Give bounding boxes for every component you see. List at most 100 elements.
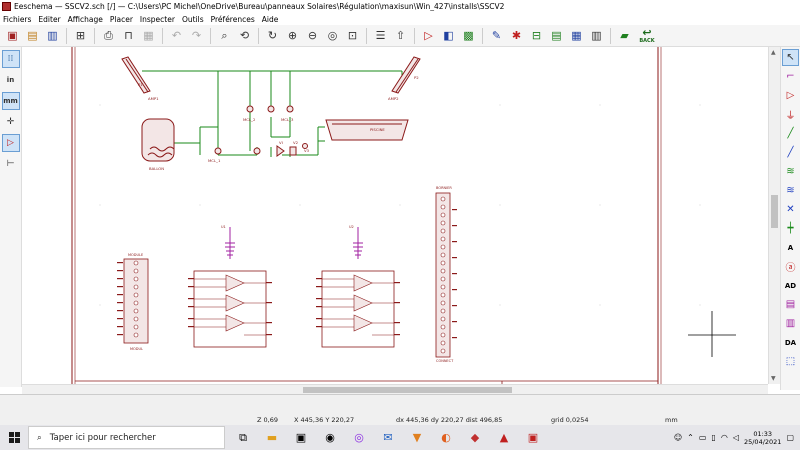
edit-fields-icon[interactable]: ▥	[587, 26, 606, 45]
plot-icon[interactable]: ⊓	[119, 26, 138, 45]
start-button[interactable]	[0, 425, 28, 450]
symbol-browser-icon[interactable]: ◧	[439, 26, 458, 45]
add-wire-icon[interactable]: ╱	[782, 125, 799, 142]
store-icon[interactable]: ▣	[290, 427, 312, 449]
highlight-net-icon[interactable]: ⌐	[782, 68, 799, 85]
bom-icon[interactable]: ▦	[567, 26, 586, 45]
pcbnew-icon[interactable]: ▰	[615, 26, 634, 45]
import-sheet-pin-icon[interactable]: ▥	[782, 315, 799, 332]
firefox-icon[interactable]: ◐	[435, 427, 457, 449]
menu-placer[interactable]: Placer	[110, 15, 133, 24]
hierarchy-navigator-icon[interactable]: ☰	[371, 26, 390, 45]
tray-battery-icon[interactable]: ▯	[711, 433, 715, 442]
tray-wifi-icon[interactable]: ◠	[721, 433, 728, 442]
units-mm-button[interactable]: mm	[1, 92, 20, 110]
add-no-connect-icon[interactable]: ✕	[782, 201, 799, 218]
annotate-icon[interactable]: ✎	[487, 26, 506, 45]
add-symbol-icon[interactable]: ▷	[782, 87, 799, 104]
solar-panel-p1[interactable]	[121, 56, 151, 94]
footprint-editor-icon[interactable]: ▩	[459, 26, 478, 45]
notifications-icon[interactable]: ▢	[786, 433, 794, 442]
add-graphic-line-icon[interactable]: ⬚	[782, 353, 799, 370]
piscine-pool[interactable]	[325, 119, 409, 141]
new-schematic-icon[interactable]: ▣	[3, 26, 22, 45]
add-hier-label-icon[interactable]: AD	[782, 277, 799, 294]
redo-icon[interactable]: ↷	[187, 26, 206, 45]
file-explorer-icon[interactable]: ▬	[261, 427, 283, 449]
horizontal-scrollbar[interactable]	[22, 384, 768, 394]
zoom-out-icon[interactable]: ⊖	[303, 26, 322, 45]
back-button[interactable]: ↩ BACK	[635, 26, 659, 45]
tray-person-icon[interactable]: ☺	[674, 433, 682, 442]
save-icon[interactable]: ▥	[43, 26, 62, 45]
taskbar-clock[interactable]: 01:33 25/04/2021	[744, 430, 781, 446]
select-tool-icon[interactable]: ↖	[782, 49, 799, 66]
horizontal-scroll-thumb[interactable]	[303, 387, 512, 393]
module-left[interactable]: MODULE MODUL	[117, 253, 149, 351]
menu-editer[interactable]: Editer	[38, 15, 60, 24]
menu-fichiers[interactable]: Fichiers	[3, 15, 31, 24]
zoom-selection-icon[interactable]: ⊡	[343, 26, 362, 45]
grid-toggle-icon[interactable]: ⁞⁞	[1, 50, 20, 68]
tray-volume-icon[interactable]: ◁	[733, 433, 739, 442]
symbol-editor-icon[interactable]: ▷	[419, 26, 438, 45]
refresh-icon[interactable]: ↻	[263, 26, 282, 45]
erc-icon[interactable]: ✱	[507, 26, 526, 45]
menu-inspecter[interactable]: Inspecter	[140, 15, 175, 24]
add-global-label-icon[interactable]: ⓐ	[782, 258, 799, 275]
page-settings-icon[interactable]: ⊞	[71, 26, 90, 45]
pump-b[interactable]	[253, 105, 294, 155]
mail-icon[interactable]: ✉	[377, 427, 399, 449]
kicad-taskbar-icon[interactable]: ▣	[522, 427, 544, 449]
zoom-fit-icon[interactable]: ◎	[323, 26, 342, 45]
undo-icon[interactable]: ↶	[167, 26, 186, 45]
schematic-canvas[interactable]: P1 AMP1 P2 AMP2 BALLON PISCINE MCL_1 MCL…	[22, 47, 768, 384]
app-icon-1[interactable]: ◉	[319, 427, 341, 449]
menu-affichage[interactable]: Affichage	[68, 15, 103, 24]
add-wire-entry-icon[interactable]: ≋	[782, 163, 799, 180]
app-icon-2[interactable]: ◎	[348, 427, 370, 449]
scroll-down-icon[interactable]: ▼	[771, 375, 776, 382]
ic-u2[interactable]: U2	[316, 225, 400, 348]
menu-preferences[interactable]: Préférences	[211, 15, 255, 24]
add-power-icon[interactable]: ⏚	[782, 106, 799, 123]
add-junction-icon[interactable]: ┿	[782, 220, 799, 237]
find-icon[interactable]: ⌕	[215, 26, 234, 45]
pump-left[interactable]	[214, 147, 222, 155]
status-grid: grid 0,0254	[551, 416, 589, 424]
scroll-up-icon[interactable]: ▲	[771, 49, 776, 56]
wire-angle-icon[interactable]: ⊢	[2, 155, 20, 173]
leave-sheet-icon[interactable]: ⇧	[391, 26, 410, 45]
cursor-shape-icon[interactable]: ✛	[2, 113, 20, 131]
netlist-icon[interactable]: ▤	[547, 26, 566, 45]
connector-right[interactable]: BORNIER CONNECT	[435, 186, 457, 363]
open-schematic-icon[interactable]: ▤	[23, 26, 42, 45]
valve-v2[interactable]	[289, 146, 297, 156]
add-bus-entry-icon[interactable]: ≋	[782, 182, 799, 199]
app-icon-3[interactable]: ◆	[464, 427, 486, 449]
acrobat-icon[interactable]: ▲	[493, 427, 515, 449]
vertical-scroll-thumb[interactable]	[771, 195, 778, 228]
taskbar-search[interactable]: ⌕ Taper ici pour rechercher	[28, 426, 225, 449]
units-inches-button[interactable]: in	[2, 71, 20, 89]
find-replace-icon[interactable]: ⟲	[235, 26, 254, 45]
menu-aide[interactable]: Aide	[262, 15, 279, 24]
vlc-icon[interactable]: ▼	[406, 427, 428, 449]
task-view-icon[interactable]: ⧉	[232, 427, 254, 449]
add-label-icon[interactable]: A	[782, 239, 799, 256]
pump-a[interactable]	[246, 105, 275, 113]
zoom-in-icon[interactable]: ⊕	[283, 26, 302, 45]
menu-outils[interactable]: Outils	[182, 15, 204, 24]
tray-chevron-icon[interactable]: ⌃	[687, 433, 694, 442]
add-bus-icon[interactable]: ╱	[782, 144, 799, 161]
ic-u1[interactable]: U1	[188, 225, 272, 348]
hidden-pins-icon[interactable]: ▷	[1, 134, 20, 152]
ballon-tank[interactable]	[141, 118, 175, 162]
vertical-scrollbar[interactable]: ▲ ▼	[768, 47, 780, 384]
paste-icon[interactable]: ▦	[139, 26, 158, 45]
add-sheet-icon[interactable]: ▤	[782, 296, 799, 313]
tray-network-icon[interactable]: ▭	[699, 433, 707, 442]
add-sheet-pin-icon[interactable]: DA	[782, 334, 799, 351]
assign-footprints-icon[interactable]: ⊟	[527, 26, 546, 45]
print-icon[interactable]: ⎙	[99, 26, 118, 45]
